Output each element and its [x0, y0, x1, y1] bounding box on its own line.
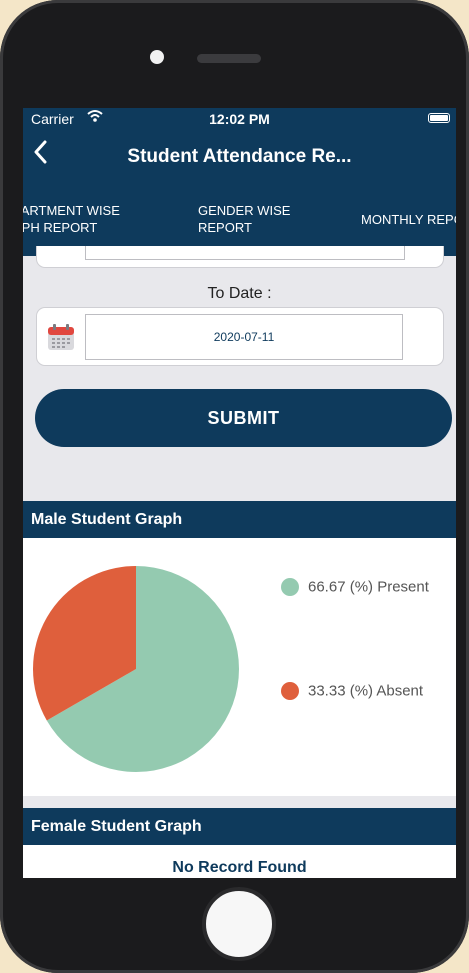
- tab-monthly[interactable]: MONTHLY REPO: [361, 211, 456, 228]
- legend-item-present: 66.67 (%) Present: [281, 578, 429, 597]
- earpiece-speaker: [197, 54, 261, 63]
- app-screen: Carrier 12:02 PM Student Attendance Re..…: [23, 108, 456, 878]
- to-date-input[interactable]: 2020-07-11: [85, 314, 403, 360]
- tab-label-line2: REPORT: [198, 220, 252, 235]
- to-date-card: 2020-07-11: [36, 307, 444, 366]
- male-graph-header: Male Student Graph: [23, 501, 456, 538]
- tab-label-line2: APH REPORT: [23, 220, 98, 235]
- tab-department-wise[interactable]: PARTMENT WISE APH REPORT: [23, 202, 153, 236]
- battery-icon: [428, 113, 450, 123]
- status-bar: Carrier 12:02 PM: [23, 108, 456, 130]
- from-date-card: [36, 246, 444, 268]
- home-button[interactable]: [202, 887, 276, 961]
- male-pie-chart: [32, 566, 239, 772]
- from-date-input[interactable]: [85, 246, 405, 260]
- phone-frame: Carrier 12:02 PM Student Attendance Re..…: [0, 0, 469, 973]
- legend-swatch-present: [281, 578, 299, 597]
- front-camera: [150, 50, 164, 64]
- female-graph-header: Female Student Graph: [23, 808, 456, 845]
- page-title: Student Attendance Re...: [127, 146, 352, 167]
- legend-swatch-absent: [281, 682, 299, 701]
- tab-gender-wise[interactable]: GENDER WISE REPORT: [198, 202, 318, 236]
- tab-label-line1: MONTHLY REPO: [361, 212, 456, 227]
- calendar-icon[interactable]: [47, 323, 75, 351]
- submit-button[interactable]: SUBMIT: [35, 389, 452, 447]
- legend-label-absent: 33.33 (%) Absent: [308, 682, 424, 700]
- legend-label-present: 66.67 (%) Present: [308, 578, 429, 596]
- tab-label-line1: GENDER WISE: [198, 203, 291, 218]
- no-record-message: No Record Found: [172, 859, 307, 876]
- female-graph-panel: No Record Found: [23, 845, 456, 878]
- to-date-label: To Date :: [207, 285, 272, 302]
- male-graph-panel: 66.67 (%) Present 33.33 (%) Absent: [23, 538, 456, 796]
- status-time: 12:02 PM: [209, 111, 270, 127]
- legend-item-absent: 33.33 (%) Absent: [281, 682, 424, 701]
- tab-label-line1: PARTMENT WISE: [23, 203, 120, 218]
- navigation-bar: Student Attendance Re...: [23, 130, 456, 184]
